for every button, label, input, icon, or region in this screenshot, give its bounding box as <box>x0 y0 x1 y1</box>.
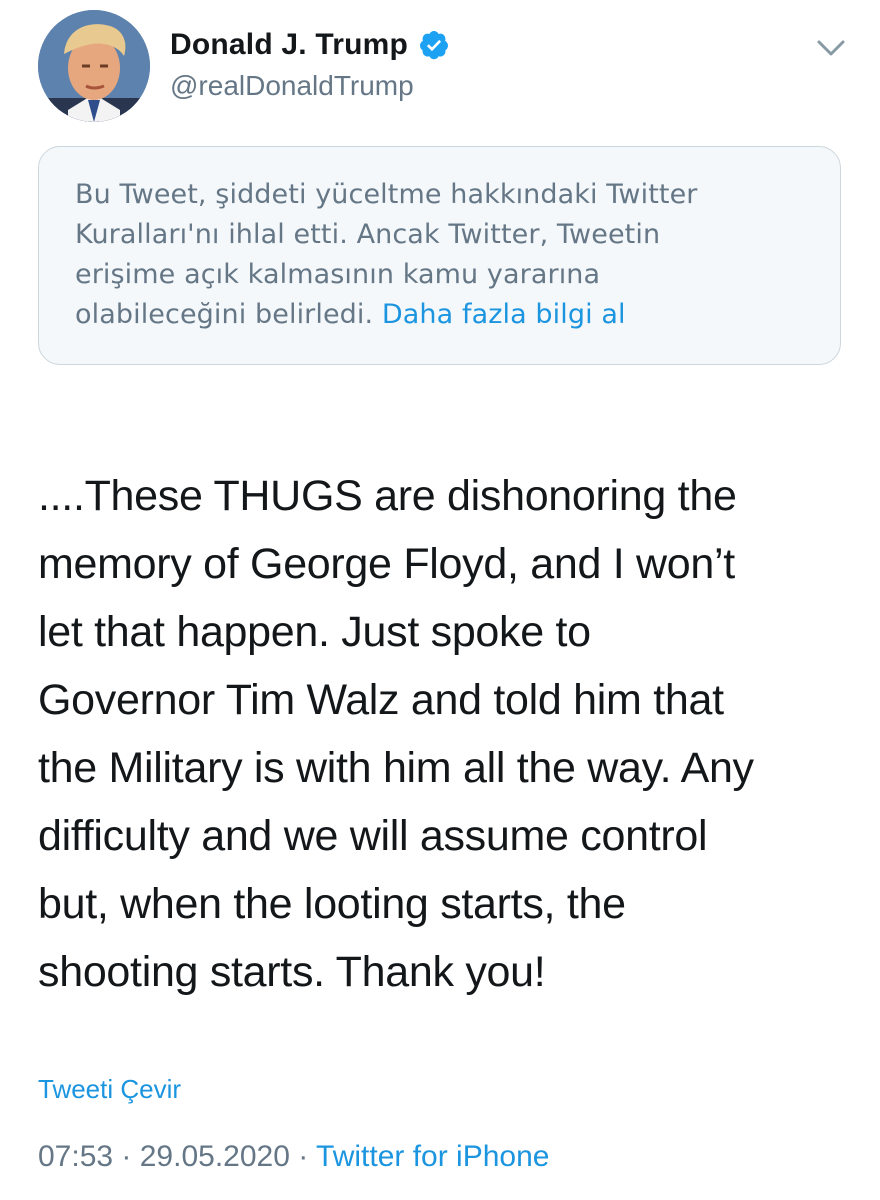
author-name[interactable]: Donald J. Trump <box>170 28 408 62</box>
chevron-down-icon[interactable] <box>814 34 848 62</box>
policy-notice-text: Bu Tweet, şiddeti yüceltme hakkındaki Tw… <box>75 175 804 335</box>
learn-more-link[interactable]: Daha fazla bilgi al <box>382 299 626 330</box>
tweet-date: 29.05.2020 <box>139 1140 290 1173</box>
tweet-source-link[interactable]: Twitter for iPhone <box>316 1140 549 1173</box>
author-handle[interactable]: @realDonaldTrump <box>170 70 414 102</box>
translate-tweet-link[interactable]: Tweeti Çevir <box>38 1074 181 1105</box>
tweet-time: 07:53 <box>38 1140 114 1173</box>
avatar-image <box>38 10 150 122</box>
verified-badge-icon <box>418 29 450 61</box>
meta-separator: · <box>113 1140 140 1173</box>
author-name-row[interactable]: Donald J. Trump <box>170 28 450 62</box>
avatar[interactable] <box>38 10 150 122</box>
tweet-metadata: 07:53 · 29.05.2020 · Twitter for iPhone <box>38 1140 549 1174</box>
meta-separator: · <box>289 1140 317 1173</box>
tweet: Donald J. Trump @realDonaldTrump Bu Twee… <box>0 0 880 1200</box>
tweet-text: ....These THUGS are dishonoring the memo… <box>38 472 754 996</box>
policy-notice: Bu Tweet, şiddeti yüceltme hakkındaki Tw… <box>38 146 841 365</box>
